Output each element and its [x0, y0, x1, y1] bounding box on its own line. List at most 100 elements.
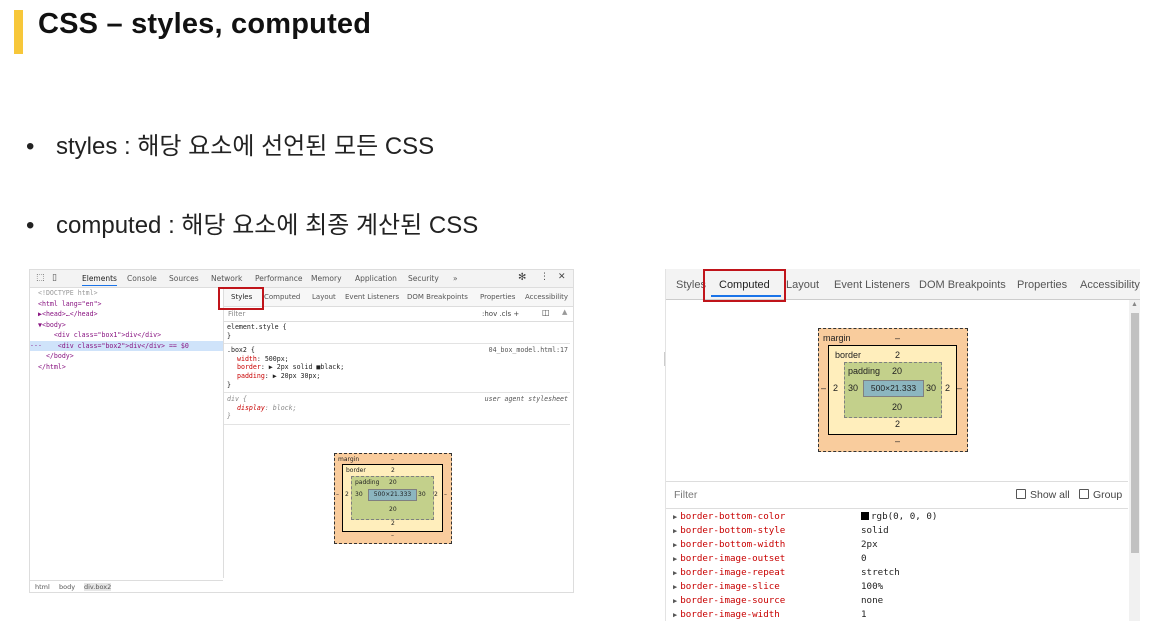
- show-all-label: Show all: [1030, 489, 1070, 501]
- box-model-content[interactable]: 500×21.333: [368, 489, 417, 501]
- computed-tab-highlight-box: [703, 269, 786, 302]
- inspect-icon[interactable]: ⬚: [36, 273, 45, 283]
- expand-triangle-icon[interactable]: ▶: [673, 569, 677, 577]
- dom-line[interactable]: </body>: [30, 351, 223, 362]
- computed-property-row[interactable]: ▶ border-bottom-width 2px: [673, 538, 1128, 552]
- tab-event-listeners[interactable]: Event Listeners: [834, 279, 910, 291]
- dom-line[interactable]: </html>: [30, 362, 223, 373]
- dom-line[interactable]: ▶<head>…</head>: [30, 309, 223, 320]
- rule-close: }: [227, 331, 231, 340]
- scroll-up-icon[interactable]: ▲: [562, 308, 567, 316]
- padding-label: padding: [355, 479, 380, 486]
- rule-prop: border: ▶ 2px solid ■black;: [237, 363, 345, 372]
- rule-box2-source-link[interactable]: 04_box_model.html:17: [489, 346, 568, 355]
- expand-triangle-icon[interactable]: ▶: [673, 583, 677, 591]
- border-label: border: [835, 350, 862, 360]
- device-icon[interactable]: ▯: [52, 273, 57, 283]
- tab-styles[interactable]: Styles: [676, 279, 706, 291]
- subtab-layout[interactable]: Layout: [312, 293, 336, 301]
- dom-selected-text: <div class="box2">div</div> == $0: [41, 341, 189, 350]
- rule-divider: [224, 343, 570, 345]
- more-icon[interactable]: ⋮: [540, 272, 549, 282]
- dom-line-selected[interactable]: ··· <div class="box2">div</div> == $0: [30, 340, 223, 351]
- toggle-sidebar-icon[interactable]: ◫: [542, 308, 550, 317]
- margin-top-value: –: [391, 456, 394, 463]
- property-name: border-bottom-style: [680, 525, 786, 536]
- computed-property-row[interactable]: ▶ border-image-outset 0: [673, 552, 1128, 566]
- prop-value: block;: [272, 403, 297, 412]
- settings-icon[interactable]: ✻: [518, 272, 526, 283]
- computed-property-row[interactable]: ▶ border-bottom-style solid: [673, 524, 1128, 538]
- tab-elements[interactable]: Elements: [82, 274, 117, 286]
- property-name: border-image-repeat: [680, 567, 786, 578]
- margin-label: margin: [338, 456, 360, 463]
- tab-accessibility[interactable]: Accessibility: [1080, 279, 1140, 291]
- subtab-dom-breakpoints[interactable]: DOM Breakpoints: [407, 293, 468, 301]
- tab-dom-breakpoints[interactable]: DOM Breakpoints: [919, 279, 1006, 291]
- devtools-styles-panel: ⬚ ▯ Elements Console Sources Network Per…: [29, 269, 574, 593]
- expand-triangle-icon[interactable]: ▶: [673, 611, 677, 619]
- tab-console[interactable]: Console: [127, 274, 157, 283]
- prop-name: padding: [237, 371, 265, 380]
- computed-property-row[interactable]: ▶ border-bottom-color rgb(0, 0, 0): [673, 510, 1128, 524]
- subtab-accessibility[interactable]: Accessibility: [525, 293, 568, 301]
- breadcrumb-div[interactable]: div.box2: [84, 583, 112, 591]
- dom-line[interactable]: <!DOCTYPE html>: [30, 288, 223, 299]
- tab-application[interactable]: Application: [355, 274, 397, 283]
- property-value: rgb(0, 0, 0): [871, 511, 938, 522]
- breadcrumb-body[interactable]: body: [59, 583, 75, 591]
- group-checkbox[interactable]: Group: [1079, 489, 1122, 501]
- expand-triangle-icon[interactable]: ▶: [673, 555, 677, 563]
- property-value: none: [861, 595, 884, 606]
- tab-security[interactable]: Security: [408, 274, 439, 283]
- styles-subtabs: Styles Computed Layout Event Listeners D…: [224, 288, 573, 307]
- bullet-dot: •: [26, 212, 35, 239]
- property-value: 0: [861, 553, 867, 564]
- expand-triangle-icon[interactable]: ▶: [673, 597, 677, 605]
- rule-divider: [224, 392, 570, 394]
- bullet-text: computed : 해당 요소에 최종 계산된 CSS: [56, 212, 479, 239]
- subtab-computed[interactable]: Computed: [264, 293, 300, 301]
- tab-layout[interactable]: Layout: [786, 279, 819, 291]
- styles-filter-tools[interactable]: :hov .cls +: [482, 310, 519, 318]
- dom-line[interactable]: <div class="box1">div</div>: [30, 330, 223, 341]
- tab-network[interactable]: Network: [211, 274, 242, 283]
- scroll-up-icon[interactable]: ▲: [1131, 301, 1138, 308]
- breadcrumb-html[interactable]: html: [35, 583, 50, 591]
- margin-right-value: –: [444, 491, 447, 498]
- computed-property-row[interactable]: ▶ border-image-width 1: [673, 608, 1128, 621]
- property-name: border-bottom-color: [680, 511, 786, 522]
- tab-performance[interactable]: Performance: [255, 274, 303, 283]
- more-tabs-chevron-icon[interactable]: »: [453, 274, 458, 283]
- computed-property-row[interactable]: ▶ border-image-repeat stretch: [673, 566, 1128, 580]
- box-model-content[interactable]: 500×21.333: [863, 380, 924, 397]
- color-swatch-icon[interactable]: [861, 512, 869, 520]
- dom-line[interactable]: <html lang="en">: [30, 299, 223, 310]
- border-top-value: 2: [895, 350, 901, 360]
- rule-divider: [224, 423, 570, 425]
- margin-top-value: –: [895, 333, 901, 343]
- property-name: border-image-source: [680, 595, 786, 606]
- expand-triangle-icon[interactable]: ▶: [673, 513, 677, 521]
- subtab-properties[interactable]: Properties: [480, 293, 515, 301]
- title-accent-bar: [14, 10, 23, 54]
- dom-line[interactable]: ▼<body>: [30, 320, 223, 331]
- styles-filter-input[interactable]: Filter: [228, 310, 245, 318]
- scrollbar-thumb[interactable]: [1131, 313, 1139, 553]
- computed-property-row[interactable]: ▶ border-image-source none: [673, 594, 1128, 608]
- checkbox-icon: [1016, 489, 1026, 499]
- rule-box2-selector: .box2 {: [227, 346, 255, 355]
- computed-filter-input[interactable]: Filter: [674, 489, 697, 501]
- tab-memory[interactable]: Memory: [311, 274, 342, 283]
- subtab-event-listeners[interactable]: Event Listeners: [345, 293, 399, 301]
- computed-property-row[interactable]: ▶ border-image-slice 100%: [673, 580, 1128, 594]
- tab-properties[interactable]: Properties: [1017, 279, 1067, 291]
- tab-sources[interactable]: Sources: [169, 274, 199, 283]
- expand-triangle-icon[interactable]: ▶: [673, 541, 677, 549]
- property-value: stretch: [861, 567, 900, 578]
- close-icon[interactable]: ✕: [558, 272, 566, 282]
- show-all-checkbox[interactable]: Show all: [1016, 489, 1070, 501]
- rule-prop: width: 500px;: [237, 354, 289, 363]
- expand-triangle-icon[interactable]: ▶: [673, 527, 677, 535]
- bullet-styles: • styles : 해당 요소에 선언된 모든 CSS: [26, 126, 434, 161]
